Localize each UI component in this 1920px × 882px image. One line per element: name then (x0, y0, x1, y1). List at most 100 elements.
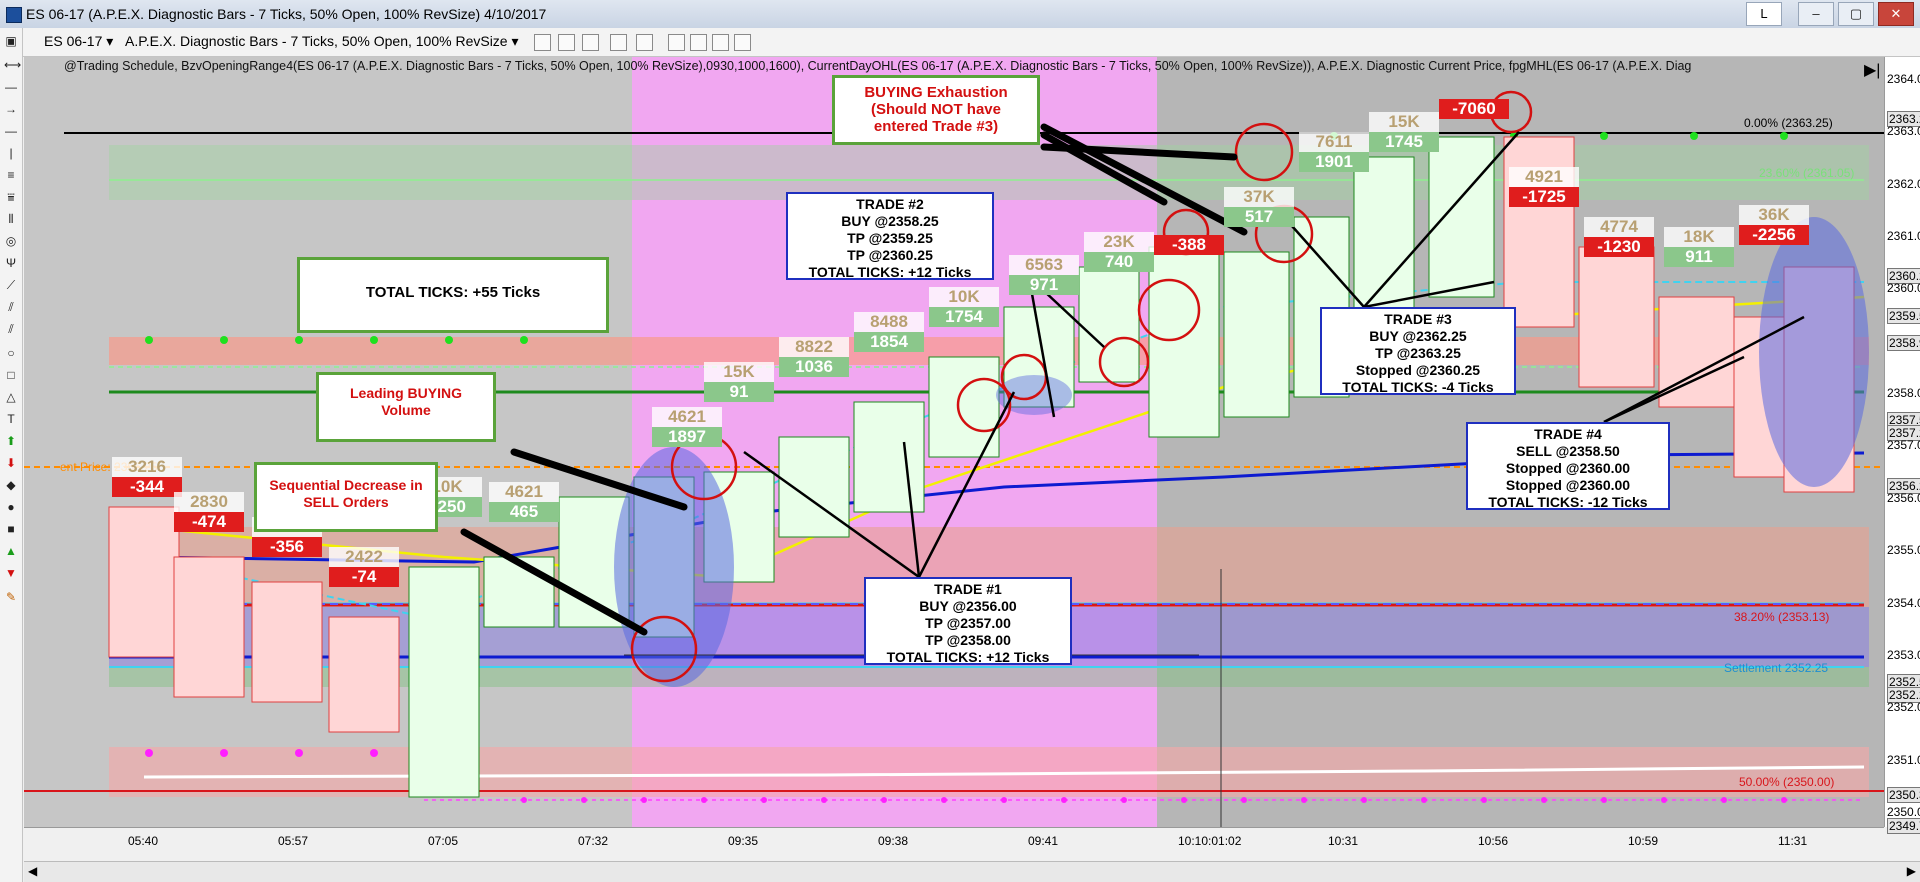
app-icon (6, 7, 22, 23)
price-tick-label: 2355.00 (1887, 543, 1920, 558)
pencil-icon[interactable] (558, 34, 575, 51)
bar-delta-label: -1230 (1584, 237, 1654, 257)
exhaustion-line: BUYING Exhaustion (864, 84, 1008, 101)
footprint-bar (108, 506, 180, 658)
bar-delta-label: 1036 (779, 357, 849, 377)
trade1-line: TRADE #1 (934, 581, 1002, 597)
scroll-right-icon[interactable]: ▶ (1907, 864, 1916, 878)
diamond-icon[interactable]: ◆ (4, 478, 18, 492)
regression-icon[interactable]: ⫽ (4, 300, 18, 314)
fib-extension-icon[interactable]: ⩸ (4, 190, 18, 204)
ray-icon[interactable]: → (4, 102, 18, 116)
time-tick-label: 09:41 (1028, 834, 1059, 848)
trade2-line: TP @2360.25 (847, 247, 933, 263)
time-tick-label: 10:59 (1628, 834, 1659, 848)
trade1-line: TP @2357.00 (925, 615, 1011, 631)
pin-icon[interactable] (582, 34, 599, 51)
trade3-line: BUY @2362.25 (1369, 328, 1467, 344)
arrow-down-icon[interactable]: ⬇ (4, 456, 18, 470)
horizontal-scrollbar[interactable]: ◀ ▶ (24, 861, 1920, 882)
leading-buying-line: Leading BUYING (349, 385, 462, 401)
trade4-line: Stopped @2360.00 (1505, 460, 1631, 476)
triangle-up-icon[interactable]: ▲ (4, 544, 18, 558)
bar-volume-label: 7611 (1299, 132, 1369, 152)
exhaustion-line: entered Trade #3) (873, 118, 999, 135)
bar-delta-label: 911 (1664, 247, 1734, 267)
footprint-bar (408, 566, 480, 798)
cursor-icon[interactable]: ▣ (4, 34, 18, 48)
time-tick-label: 07:05 (428, 834, 459, 848)
time-tick-label: 05:57 (278, 834, 309, 848)
trade2-line: TRADE #2 (856, 196, 924, 212)
price-tick-label: 2351.00 (1887, 752, 1920, 767)
square-icon[interactable]: ■ (4, 522, 18, 536)
ellipse-icon[interactable]: ○ (4, 346, 18, 360)
drawing-tools-sidebar: ▣ ⟷ — → — | ≡ ⩸ ⦀ ◎ Ψ ⟋ ⫽ ⫽ ○ □ △ T ⬆ ⬇ … (0, 28, 23, 882)
price-tick-label: 2364.00 (1887, 72, 1920, 86)
fib0-label: 0.00% (2363.25) (1744, 116, 1833, 130)
trade2-line: TOTAL TICKS: +12 Ticks (808, 264, 972, 280)
maximize-button[interactable]: ▢ (1838, 2, 1874, 26)
time-tick-label: 07:32 (578, 834, 609, 848)
dot-icon[interactable]: ● (4, 500, 18, 514)
text-icon[interactable]: T (4, 412, 18, 426)
minimize-button[interactable]: – (1798, 2, 1834, 26)
price-tick-label: 2350.34 (1887, 787, 1920, 804)
sequential-line: SELL Orders (303, 494, 389, 510)
close-button[interactable]: ✕ (1878, 2, 1914, 26)
triangle-down-icon[interactable]: ▼ (4, 566, 18, 580)
bar-style-icon[interactable] (534, 34, 551, 51)
strategies-icon[interactable] (712, 34, 729, 51)
bar-type-selector[interactable]: A.P.E.X. Diagnostic Bars - 7 Ticks, 50% … (125, 33, 519, 50)
bar-delta-label: 1754 (929, 307, 999, 327)
time-tick-label: 09:35 (728, 834, 759, 848)
fib-icon[interactable]: ≡ (4, 168, 18, 182)
chart-area[interactable]: @Trading Schedule, BzvOpeningRange4(ES 0… (24, 57, 1920, 882)
time-axis[interactable]: 05:40 05:57 07:05 07:32 09:35 09:38 09:41 10:10… (24, 827, 1884, 860)
sequential-line: Sequential Decrease in (269, 477, 423, 493)
gann-icon[interactable]: ⟋ (4, 278, 18, 292)
price-tick-label: 2354.00 (1887, 595, 1920, 610)
fib-circle-icon[interactable]: ◎ (4, 234, 18, 248)
fib-time-icon[interactable]: ⦀ (4, 212, 18, 226)
bar-delta-label: -74 (329, 567, 399, 587)
footprint-bar (778, 436, 850, 538)
trade3-line: TOTAL TICKS: -4 Ticks (1342, 379, 1494, 395)
templates-icon[interactable] (734, 34, 751, 51)
price-axis[interactable]: 2364.002363.252363.002362.002361.002360.… (1884, 57, 1920, 834)
time-tick-label: 05:40 (128, 834, 159, 848)
rectangle-icon[interactable]: □ (4, 368, 18, 382)
instrument-selector[interactable]: ES 06-17 ▾ (44, 33, 113, 50)
triangle-icon[interactable]: △ (4, 390, 18, 404)
total-ticks-box: TOTAL TICKS: +55 Ticks (297, 257, 609, 333)
time-tick-label: 11:31 (1778, 834, 1808, 848)
price-tick-label: 2350.00 (1887, 804, 1920, 819)
channel-icon[interactable]: ⫽ (4, 322, 18, 336)
crosshair-icon[interactable] (610, 34, 627, 51)
indicators-icon[interactable] (690, 34, 707, 51)
arrow-up-icon[interactable]: ⬆ (4, 434, 18, 448)
properties-icon[interactable] (668, 34, 685, 51)
pitchfork-icon[interactable]: Ψ (4, 256, 18, 270)
horizontal-line-icon[interactable]: — (4, 124, 18, 138)
scroll-end-icon[interactable]: ▶| (1864, 60, 1880, 80)
scroll-left-icon[interactable]: ◀ (28, 864, 37, 878)
bar-volume-label: 4921 (1509, 167, 1579, 187)
line-icon[interactable]: — (4, 80, 18, 94)
ruler-icon[interactable]: ⟷ (4, 58, 21, 72)
eraser-icon[interactable]: ✎ (4, 590, 18, 604)
trade1-line: BUY @2356.00 (919, 598, 1017, 614)
bar-delta-label: 1854 (854, 332, 924, 352)
exhaustion-line: (Should NOT have (870, 101, 1001, 118)
footprint-bar (1148, 246, 1220, 438)
bar-delta-label: 1897 (652, 427, 722, 447)
link-button[interactable]: L (1746, 2, 1782, 26)
trade1-line: TP @2358.00 (925, 632, 1011, 648)
vertical-line-icon[interactable]: | (4, 146, 18, 160)
footprint-bar (328, 616, 400, 733)
bar-volume-label: 8822 (779, 337, 849, 357)
trade4-line: Stopped @2360.00 (1505, 477, 1631, 493)
bar-delta-label: -2256 (1739, 225, 1809, 245)
footprint-bar (251, 581, 323, 703)
zoom-icon[interactable] (636, 34, 653, 51)
